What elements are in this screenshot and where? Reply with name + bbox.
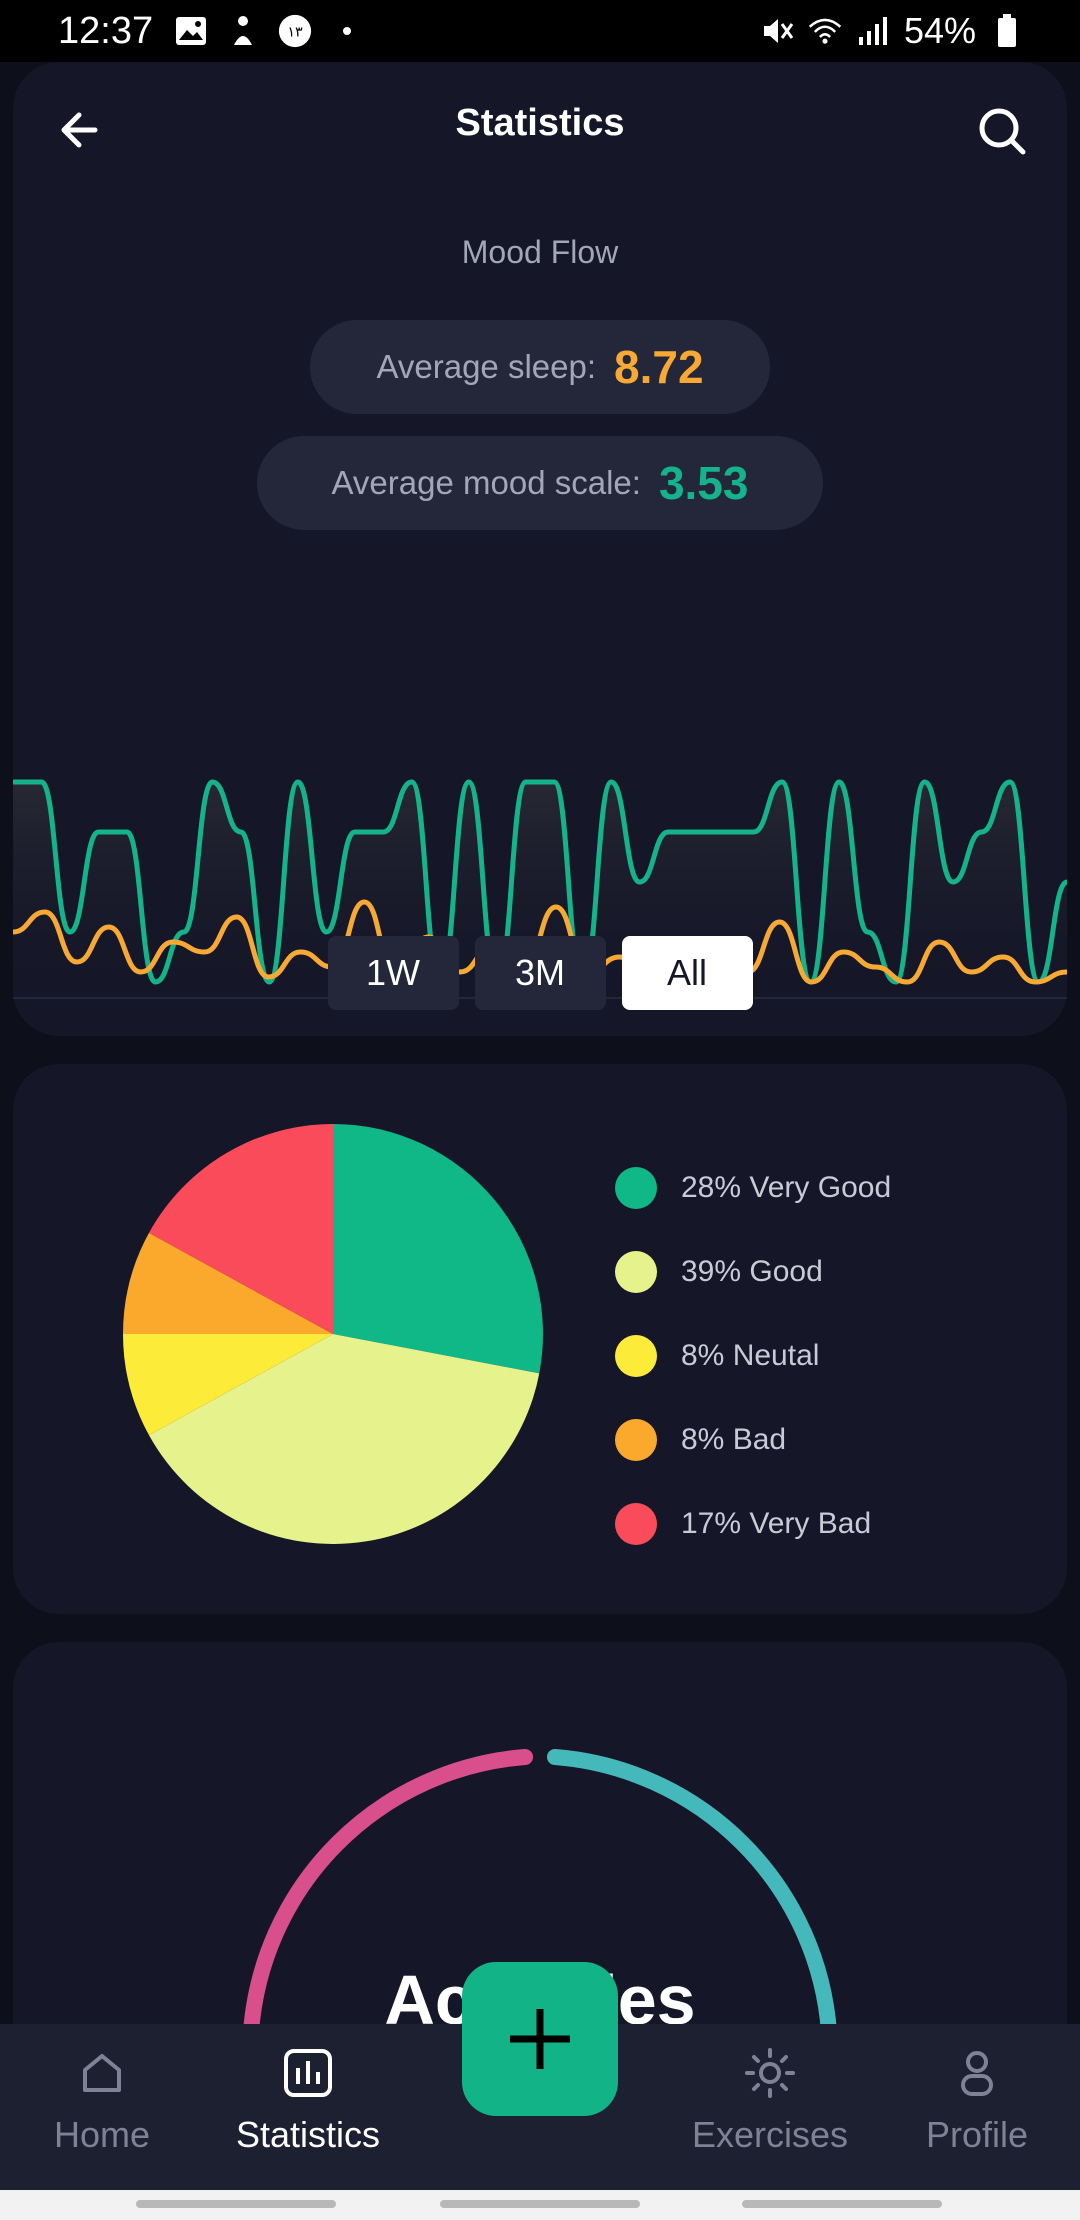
mood-pie-chart	[123, 1124, 543, 1544]
nav-statistics-label: Statistics	[235, 2114, 381, 2155]
average-mood-pill: Average mood scale: 3.53	[257, 436, 823, 530]
range-tab-3m[interactable]: 3M	[474, 936, 606, 1010]
average-mood-value: 3.53	[658, 457, 749, 509]
bar-chart-icon	[284, 2049, 332, 2097]
mood-flow-card: Statistics Mood Flow Average sleep: 8.72…	[13, 62, 1067, 1036]
status-bar: 12:37 ١٣ 54%	[0, 0, 1080, 62]
back-handle[interactable]	[742, 2200, 942, 2208]
home-handle[interactable]	[440, 2200, 640, 2208]
average-sleep-pill: Average sleep: 8.72	[310, 320, 770, 414]
legend-item: 8% Bad	[615, 1398, 891, 1482]
page-title: Statistics	[455, 102, 625, 144]
signal-icon	[856, 14, 890, 48]
badge-text: ١٣	[287, 24, 303, 40]
wifi-icon	[808, 14, 842, 48]
pie-legend: 28% Very Good 39% Good 8% Neutal 8% Bad …	[615, 1146, 891, 1566]
mood-flow-label: Mood Flow	[461, 234, 619, 270]
legend-label: 8% Neutal	[681, 1339, 820, 1372]
person-icon	[961, 2051, 993, 2096]
average-sleep-value: 8.72	[614, 341, 704, 393]
legend-item: 8% Neutal	[615, 1314, 891, 1398]
nav-home[interactable]: Home	[2, 2046, 202, 2156]
legend-label: 8% Bad	[681, 1423, 787, 1456]
legend-item: 39% Good	[615, 1230, 891, 1314]
dot-icon	[330, 14, 364, 48]
battery-icon	[990, 14, 1024, 48]
add-entry-button[interactable]	[462, 1962, 618, 2116]
average-sleep-label: Average sleep:	[376, 348, 596, 385]
status-time: 12:37	[58, 10, 154, 52]
nav-statistics[interactable]: Statistics	[208, 2046, 408, 2156]
legend-item: 17% Very Bad	[615, 1482, 891, 1566]
legend-label: 28% Very Good	[681, 1171, 892, 1204]
range-tab-1w[interactable]: 1W	[327, 936, 459, 1010]
meditation-icon	[226, 14, 260, 48]
legend-dot	[615, 1503, 657, 1545]
nav-home-label: Home	[53, 2114, 151, 2155]
search-icon[interactable]	[973, 102, 1033, 162]
legend-dot	[615, 1419, 657, 1461]
range-tab-all[interactable]: All	[621, 936, 753, 1010]
mood-distribution-card: 28% Very Good 39% Good 8% Neutal 8% Bad …	[13, 1064, 1067, 1614]
plus-icon	[510, 2009, 570, 2069]
legend-label: 17% Very Bad	[681, 1507, 872, 1540]
system-gesture-bar	[0, 2190, 1080, 2220]
gallery-icon	[174, 14, 208, 48]
nav-exercises[interactable]: Exercises	[670, 2046, 870, 2156]
battery-percent: 54%	[903, 10, 976, 51]
legend-dot	[615, 1251, 657, 1293]
nav-profile[interactable]: Profile	[877, 2046, 1077, 2156]
legend-dot	[615, 1167, 657, 1209]
recent-apps-handle[interactable]	[136, 2200, 336, 2208]
nav-profile-label: Profile	[925, 2114, 1029, 2155]
pie-slice-0	[333, 1124, 543, 1374]
home-icon	[83, 2054, 121, 2092]
app-header: Statistics	[13, 62, 1067, 192]
legend-item: 28% Very Good	[615, 1146, 891, 1230]
mute-vibrate-icon	[760, 14, 794, 48]
legend-label: 39% Good	[681, 1255, 823, 1288]
range-tabs: 1W 3M All	[13, 936, 1067, 1010]
average-mood-label: Average mood scale:	[331, 464, 641, 501]
sun-icon	[745, 2048, 795, 2098]
notification-badge-icon: ١٣	[278, 14, 312, 48]
legend-dot	[615, 1335, 657, 1377]
nav-exercises-label: Exercises	[691, 2114, 849, 2155]
